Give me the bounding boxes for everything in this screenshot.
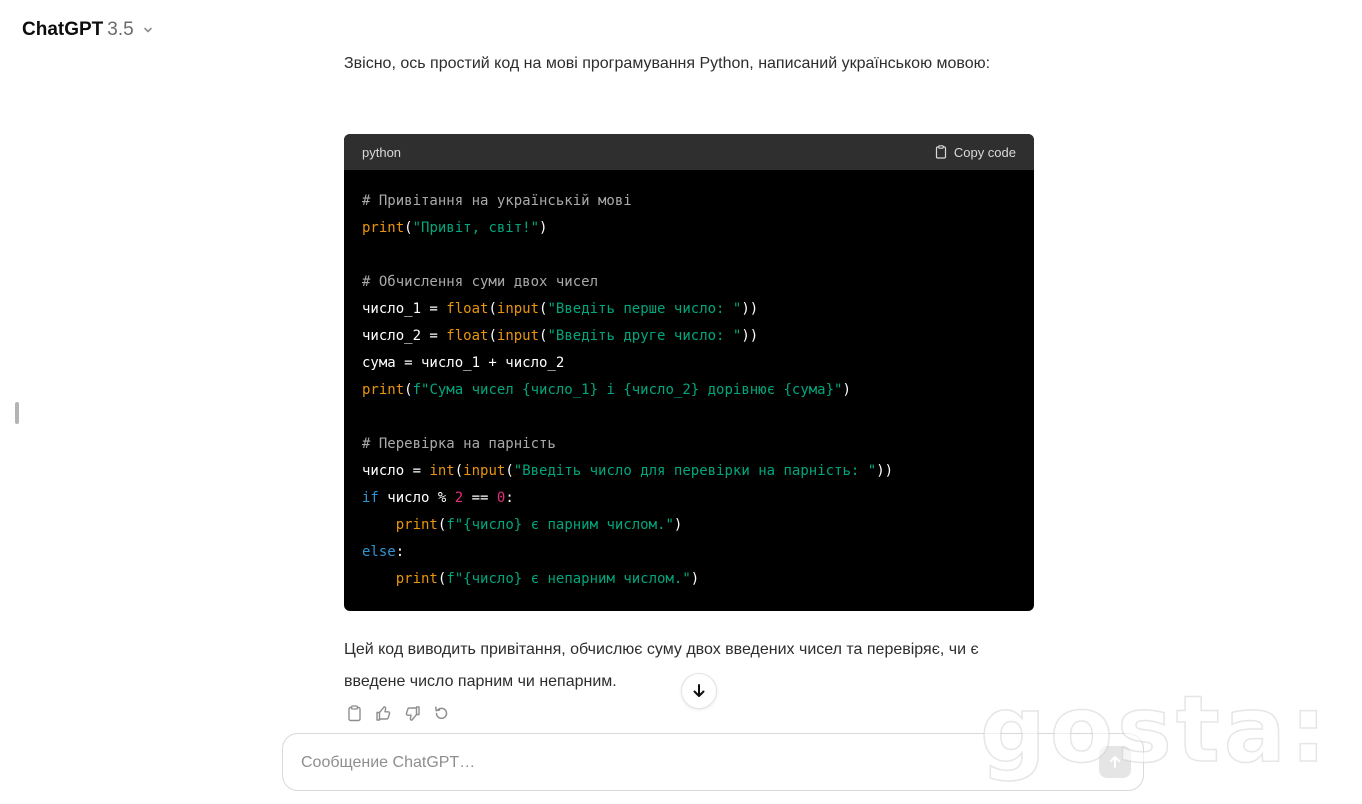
message-actions	[346, 705, 452, 724]
code-line: сума = число_1 + число_2	[362, 355, 565, 371]
arrow-down-icon	[693, 684, 705, 697]
code-line: print("Привіт, світ!")	[362, 220, 548, 236]
code-line: print(f"{число} є парним числом.")	[395, 517, 683, 533]
code-block-header: python Copy code	[344, 134, 1034, 170]
code-line: # Перевірка на парність	[362, 436, 556, 452]
send-button[interactable]	[1099, 746, 1131, 778]
code-line: # Обчислення суми двох чисел	[362, 274, 599, 290]
sidebar-toggle-handle[interactable]	[15, 402, 19, 424]
code-line: print(f"{число} є непарним числом.")	[395, 571, 700, 587]
code-language-label: python	[362, 144, 402, 160]
regenerate-button[interactable]	[433, 705, 452, 724]
clipboard-icon	[935, 145, 946, 159]
code-line: число_1 = float(input("Введіть перше чис…	[362, 301, 759, 317]
clipboard-icon	[348, 705, 361, 722]
code-block: python Copy code # Привітання на українс…	[344, 134, 1034, 611]
message-input[interactable]	[299, 748, 1083, 778]
thumbs-up-button[interactable]	[375, 705, 394, 724]
app-title: ChatGPT	[22, 19, 104, 40]
arrow-up-icon	[1109, 756, 1121, 768]
assistant-message-intro: Звісно, ось простий код на мові програму…	[344, 55, 991, 72]
scroll-to-bottom-button[interactable]	[681, 673, 717, 709]
thumbs-up-icon	[376, 706, 391, 721]
copy-message-button[interactable]	[346, 705, 365, 724]
model-selector[interactable]: ChatGPT 3.5	[22, 19, 154, 41]
copy-code-label: Copy code	[953, 144, 1016, 160]
code-line: if число % 2 == 0:	[362, 490, 514, 506]
code-line: else:	[362, 544, 405, 560]
message-composer	[282, 733, 1144, 791]
code-line: # Привітання на українській мові	[362, 193, 632, 209]
chevron-down-icon	[143, 27, 152, 33]
code-line: число = int(input("Введіть число для пер…	[362, 463, 894, 479]
copy-code-button[interactable]: Copy code	[934, 145, 1016, 160]
regenerate-icon	[435, 706, 448, 720]
model-version: 3.5	[107, 19, 134, 40]
code-line: число_2 = float(input("Введіть друге чис…	[362, 328, 759, 344]
thumbs-down-icon	[405, 706, 420, 721]
code-line: print(f"Сума чисел {число_1} і {число_2}…	[362, 382, 851, 398]
thumbs-down-button[interactable]	[404, 705, 423, 724]
code-content: # Привітання на українській мові print("…	[344, 170, 1034, 593]
